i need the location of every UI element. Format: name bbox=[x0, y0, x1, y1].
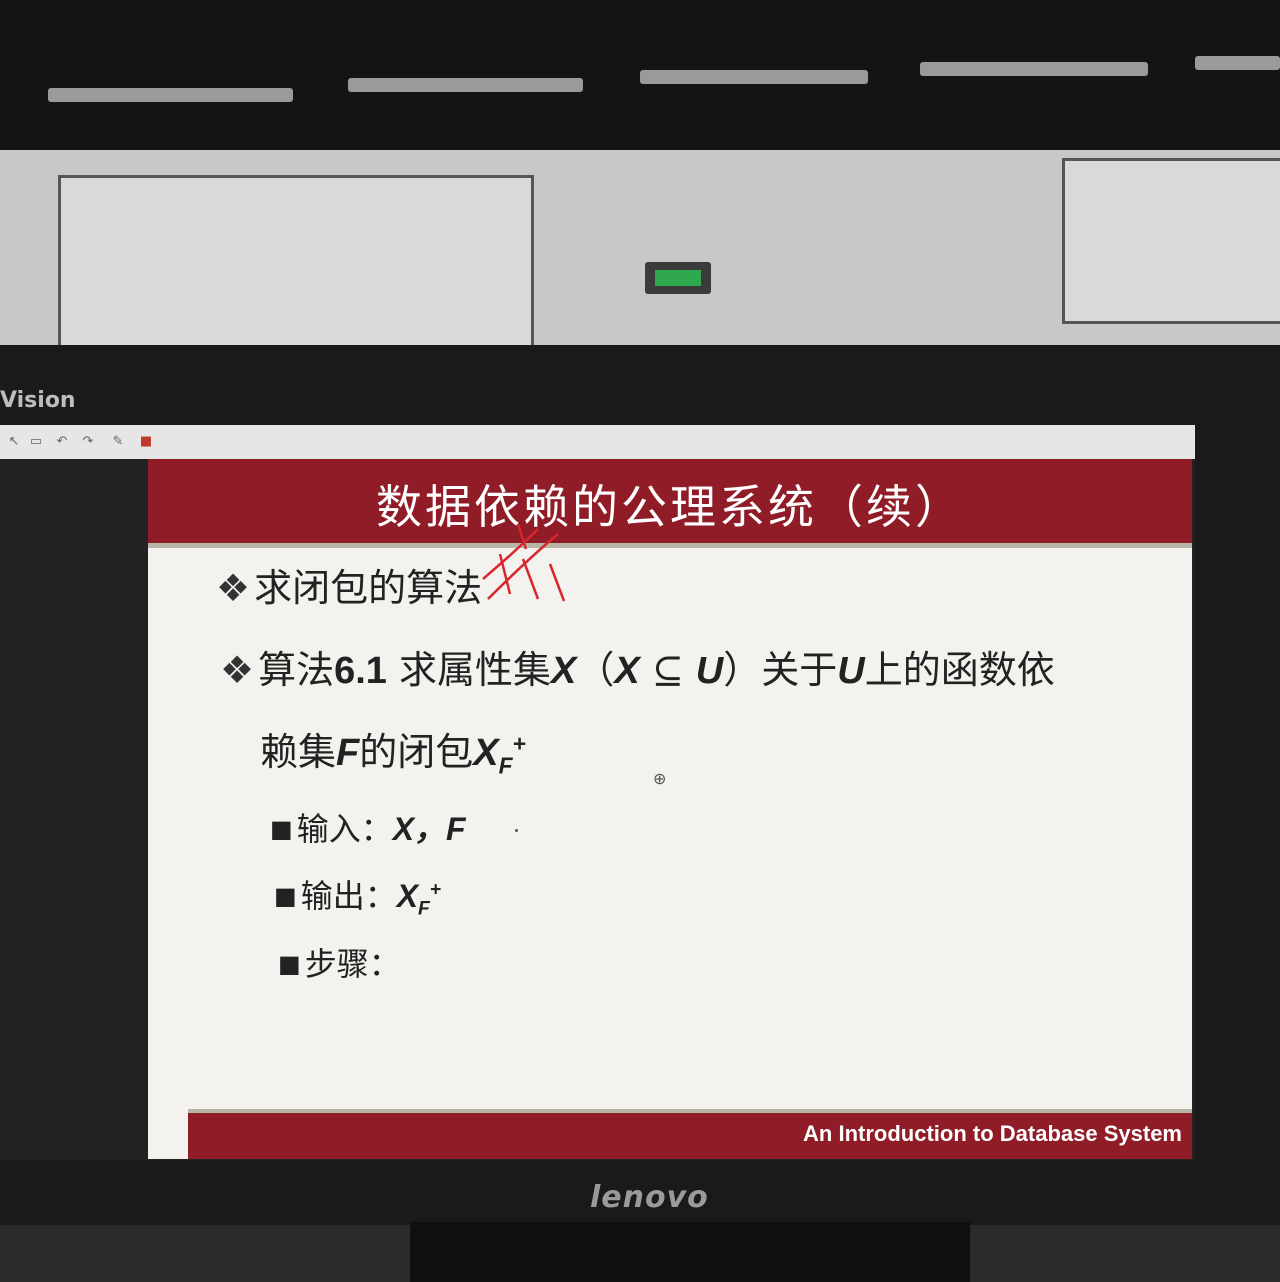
algo-prefix: 算法 bbox=[258, 648, 335, 692]
square-bullet-icon: ■ bbox=[278, 950, 301, 978]
bullet-closure-algorithm: ❖ 求闭包的算法 bbox=[216, 557, 482, 612]
input-value: X，F bbox=[392, 811, 466, 847]
bullet-algorithm-6-1: ❖ 算法6.1 求属性集X（X ⊆ U）关于U上的函数依 bbox=[220, 639, 1055, 694]
steps-label: 步骤： bbox=[304, 945, 401, 983]
monitor-brand: lenovo bbox=[590, 1180, 709, 1215]
slide-footer-text: An Introduction to Database System bbox=[803, 1121, 1182, 1146]
square-bullet-icon: ■ bbox=[270, 815, 293, 843]
ceiling bbox=[0, 0, 1280, 170]
output-superscript: + bbox=[429, 879, 441, 901]
subset-symbol: ⊆ bbox=[639, 648, 696, 692]
screen-icon[interactable]: ▭ bbox=[28, 435, 44, 449]
diamond-bullet-icon: ❖ bbox=[220, 648, 255, 692]
closure-subscript: F bbox=[498, 752, 513, 779]
square-bullet-icon: ■ bbox=[274, 882, 297, 910]
output-item: ■ 输出：XF+ bbox=[274, 871, 441, 920]
projector-screen bbox=[1062, 158, 1280, 324]
presentation-toolbar: ↖ ▭ ↶ ↷ ✎ ■ bbox=[0, 425, 1195, 459]
monitor-display: ↖ ▭ ↶ ↷ ✎ ■ 数据依赖的公理系统（续） ❖ 求闭包的算法 ❖ 算法6.1 … bbox=[0, 425, 1195, 1160]
ceiling-light bbox=[48, 88, 293, 102]
ceiling-light bbox=[1195, 56, 1280, 70]
slide-title: 数据依赖的公理系统（续） bbox=[376, 480, 964, 534]
diamond-bullet-icon: ❖ bbox=[216, 566, 251, 610]
var-u: U bbox=[695, 650, 724, 692]
bullet-text: 求闭包的算法 bbox=[254, 566, 483, 610]
output-label: 输出： bbox=[300, 877, 397, 915]
ceiling-light bbox=[348, 78, 583, 92]
cursor-dot bbox=[515, 829, 518, 832]
algo-line2-b: 的闭包 bbox=[359, 730, 474, 774]
var-x: X bbox=[614, 650, 640, 692]
exit-sign bbox=[645, 262, 711, 294]
algo-text-b: 关于 bbox=[761, 648, 838, 692]
ceiling-light bbox=[920, 62, 1148, 76]
var-x: X bbox=[551, 650, 577, 692]
algo-text-c: 上的函数依 bbox=[864, 648, 1055, 692]
var-u: U bbox=[837, 650, 865, 692]
redo-icon[interactable]: ↷ bbox=[80, 435, 96, 449]
steps-item: ■ 步骤： bbox=[278, 939, 401, 985]
slide-footer-bar: An Introduction to Database System bbox=[188, 1109, 1192, 1159]
color-picker-icon[interactable]: ■ bbox=[138, 435, 154, 449]
algo-number: 6.1 bbox=[334, 650, 387, 692]
monitor-stand bbox=[410, 1222, 970, 1282]
var-f: F bbox=[336, 732, 360, 774]
output-subscript: F bbox=[418, 898, 430, 920]
closure-var: X bbox=[473, 732, 499, 774]
projector-screen bbox=[58, 175, 534, 366]
undo-icon[interactable]: ↶ bbox=[54, 435, 70, 449]
pen-icon[interactable]: ✎ bbox=[110, 435, 126, 449]
pointer-icon[interactable]: ↖ bbox=[6, 435, 22, 449]
closure-superscript: + bbox=[512, 730, 526, 757]
paren-close: ） bbox=[723, 648, 762, 692]
bullet-algorithm-line2: 赖集F的闭包XF+ bbox=[260, 721, 526, 780]
ceiling-light bbox=[640, 70, 868, 84]
algo-line2-a: 赖集 bbox=[260, 730, 337, 774]
algo-text-a: 求属性集 bbox=[386, 648, 552, 692]
slide-title-bar: 数据依赖的公理系统（续） bbox=[148, 459, 1192, 548]
output-var: X bbox=[396, 878, 419, 914]
handwritten-annotation bbox=[482, 523, 566, 602]
slide: 数据依赖的公理系统（续） ❖ 求闭包的算法 ❖ 算法6.1 求属性集X（X ⊆ U）… bbox=[148, 459, 1192, 1159]
zoom-icon[interactable]: ⊕ bbox=[653, 769, 666, 788]
input-label: 输入： bbox=[296, 810, 393, 848]
monitor-brand-left: Vision bbox=[0, 388, 76, 413]
input-item: ■ 输入：X，F bbox=[270, 804, 466, 850]
paren-open: （ bbox=[576, 648, 615, 692]
